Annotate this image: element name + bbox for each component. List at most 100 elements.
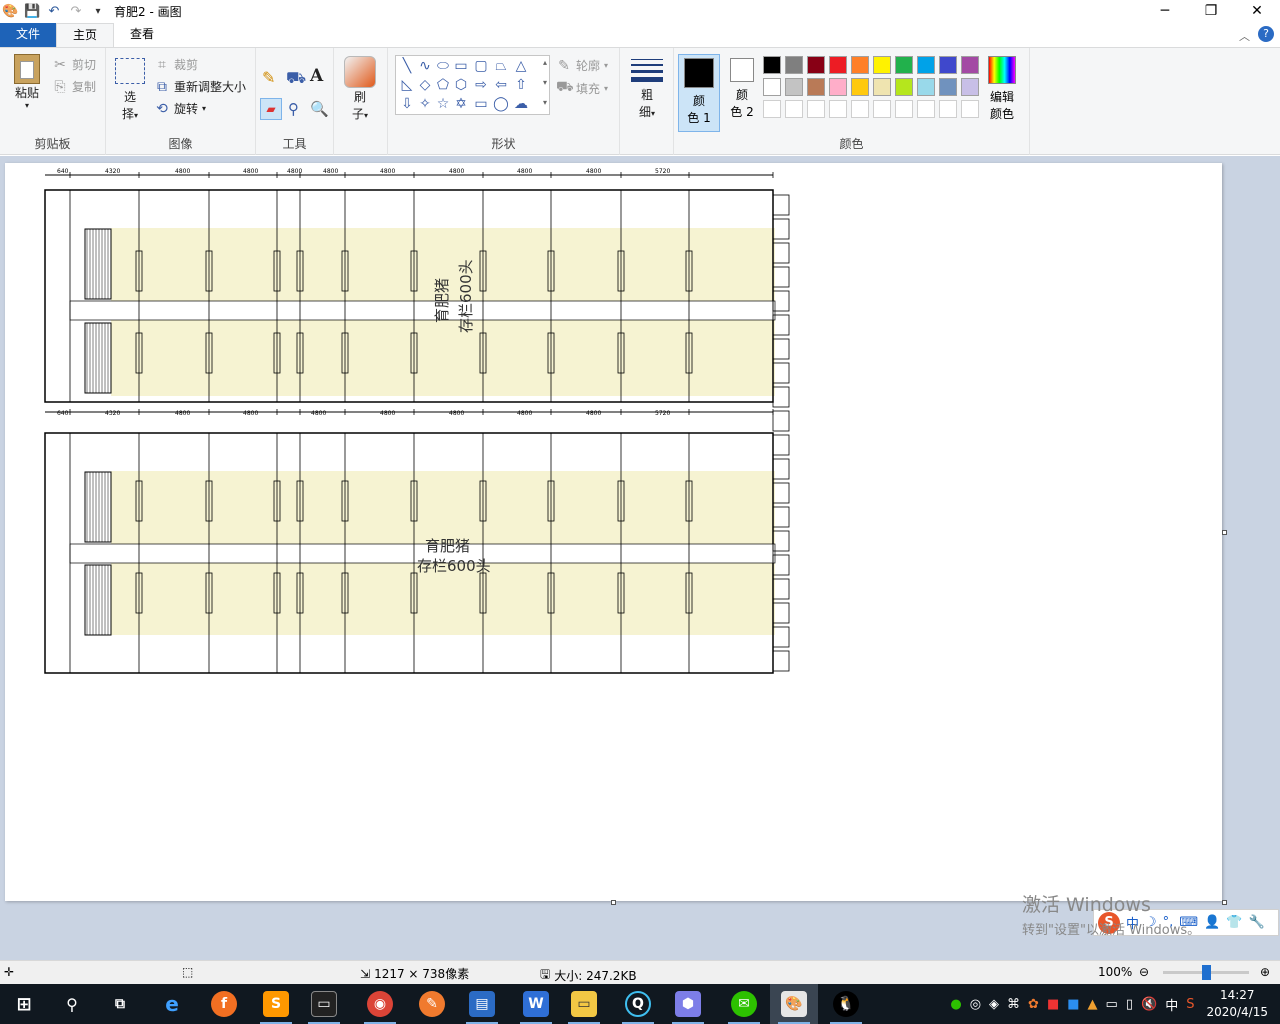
tab-home[interactable]: 主页 [56, 23, 115, 47]
taskbar-app-cube[interactable]: ⬢ [664, 984, 712, 1024]
crop-button[interactable]: ⌗ 裁剪 [154, 56, 198, 73]
eraser-icon[interactable]: ▰ [260, 98, 282, 120]
color-swatch[interactable] [785, 100, 803, 118]
color-swatch[interactable] [763, 56, 781, 74]
resize-handle-corner[interactable] [1222, 900, 1227, 905]
taskbar-explorer[interactable]: ▭ [560, 984, 608, 1024]
tray-wechat-icon[interactable]: ● [950, 997, 961, 1012]
taskbar-sublime[interactable]: S [252, 984, 300, 1024]
tray-search-icon[interactable]: ◎ [970, 997, 981, 1012]
tray-bell-icon[interactable]: ▲ [1088, 997, 1098, 1012]
size-button[interactable]: 粗 细▾ [628, 56, 666, 120]
cut-button[interactable]: ✂ 剪切 [52, 56, 96, 73]
taskbar-pen-app[interactable]: ✎ [408, 984, 456, 1024]
six-point-star-shape-icon[interactable]: ✡ [452, 96, 470, 112]
color-swatch[interactable] [895, 100, 913, 118]
color-swatch[interactable] [939, 78, 957, 96]
color-swatch[interactable] [895, 56, 913, 74]
color-swatch[interactable] [873, 78, 891, 96]
redo-icon[interactable]: ↷ [68, 4, 84, 20]
color-swatch[interactable] [785, 78, 803, 96]
settings-wrench-icon[interactable]: 🔧 [1248, 915, 1264, 930]
resize-button[interactable]: ⧉ 重新调整大小 [154, 78, 246, 95]
search-button[interactable]: ⚲ [48, 984, 96, 1024]
copy-button[interactable]: ⎘ 复制 [52, 78, 96, 95]
color2-button[interactable]: 颜 色 2 [724, 58, 760, 120]
polygon-shape-icon[interactable]: ⏢ [492, 58, 510, 74]
color-swatch[interactable] [851, 78, 869, 96]
oval-callout-shape-icon[interactable]: ◯ [492, 96, 510, 112]
tray-network-app-icon[interactable]: ⌘ [1007, 997, 1020, 1012]
five-point-star-shape-icon[interactable]: ☆ [434, 96, 452, 112]
taskbar-terminal[interactable]: ▭ [300, 984, 348, 1024]
tray-red-app-icon[interactable]: ■ [1047, 997, 1059, 1012]
color-swatch[interactable] [961, 56, 979, 74]
rounded-rectangle-shape-icon[interactable]: ▢ [472, 58, 490, 74]
hexagon-shape-icon[interactable]: ⬡ [452, 77, 470, 93]
taskbar-paint[interactable]: 🎨 [770, 984, 818, 1024]
tray-power-icon[interactable]: ▯ [1126, 997, 1133, 1012]
taskbar-wps[interactable]: W [512, 984, 560, 1024]
zoom-out-button[interactable]: ⊖ [1139, 965, 1149, 979]
taskbar-search-tool[interactable]: Q [614, 984, 662, 1024]
tab-view[interactable]: 查看 [114, 23, 170, 47]
taskbar-chrome[interactable]: ◉ [356, 984, 404, 1024]
start-button[interactable]: ⊞ [0, 984, 48, 1024]
rotate-button[interactable]: ⟲ 旋转 ▾ [154, 100, 206, 117]
diamond-shape-icon[interactable]: ◇ [416, 77, 434, 93]
taskbar-wechat[interactable]: ✉ [720, 984, 768, 1024]
close-button[interactable]: ✕ [1234, 0, 1280, 23]
oval-shape-icon[interactable]: ⬭ [434, 58, 452, 74]
color-swatch[interactable] [829, 78, 847, 96]
color-swatch[interactable] [807, 56, 825, 74]
zoom-in-button[interactable]: ⊕ [1260, 965, 1270, 979]
outline-button[interactable]: ✎ 轮廓 ▾ [556, 57, 608, 74]
color-picker-icon[interactable]: ⚲ [288, 100, 299, 118]
fill-button[interactable]: ⛟ 填充 ▾ [556, 79, 608, 97]
color-swatch[interactable] [785, 56, 803, 74]
gallery-scroll-up-icon[interactable]: ▴ [543, 58, 547, 67]
taskbar-ie[interactable]: e [148, 984, 196, 1024]
color-swatch[interactable] [807, 78, 825, 96]
line-shape-icon[interactable]: ╲ [398, 58, 416, 74]
fill-bucket-icon[interactable]: ⛟ [286, 68, 306, 89]
color-swatch[interactable] [961, 78, 979, 96]
color-swatch[interactable] [829, 56, 847, 74]
rectangle-shape-icon[interactable]: ▭ [452, 58, 470, 74]
gallery-scroll-down-icon[interactable]: ▾ [543, 78, 547, 87]
clock[interactable]: 14:27 2020/4/15 [1206, 987, 1268, 1021]
paste-button[interactable]: 粘贴 ▾ [8, 54, 46, 110]
gallery-expand-icon[interactable]: ▾ [543, 98, 547, 107]
taskbar-qq[interactable]: 🐧 [822, 984, 870, 1024]
color-swatch[interactable] [763, 78, 781, 96]
color-swatch[interactable] [917, 56, 935, 74]
pencil-icon[interactable]: ✎ [262, 68, 275, 87]
curve-shape-icon[interactable]: ∿ [416, 58, 434, 74]
tray-sogou-icon[interactable]: S [1186, 997, 1194, 1012]
minimize-button[interactable]: ─ [1142, 0, 1188, 23]
customize-quick-access-icon[interactable]: ▾ [90, 4, 106, 20]
taskbar-reader[interactable]: ▤ [458, 984, 506, 1024]
color-swatch[interactable] [873, 56, 891, 74]
color-swatch[interactable] [851, 100, 869, 118]
text-icon[interactable]: A [310, 66, 323, 86]
tray-display-icon[interactable]: ▭ [1106, 997, 1118, 1012]
right-arrow-shape-icon[interactable]: ⇨ [472, 77, 490, 93]
color-swatch[interactable] [939, 100, 957, 118]
tray-orange-app-icon[interactable]: ✿ [1028, 997, 1039, 1012]
triangle-shape-icon[interactable]: △ [512, 58, 530, 74]
color-swatch[interactable] [763, 100, 781, 118]
paint-app-icon[interactable]: 🎨 [2, 4, 18, 20]
tray-volume-muted-icon[interactable]: 🔇 [1141, 997, 1157, 1012]
zoom-slider-thumb[interactable] [1202, 965, 1211, 980]
restore-button[interactable]: ❐ [1188, 0, 1234, 23]
edit-colors-button[interactable]: 编辑 颜色 [984, 56, 1020, 122]
task-view-button[interactable]: ⧉ [96, 984, 144, 1024]
color-swatch[interactable] [829, 100, 847, 118]
tab-file[interactable]: 文件 [0, 23, 56, 47]
drawing-canvas[interactable]: 640 4320 4800 4800 4800 4800 4800 4800 4800 4800 5… [5, 163, 1227, 905]
pentagon-shape-icon[interactable]: ⬠ [434, 77, 452, 93]
magnifier-icon[interactable]: 🔍 [310, 100, 329, 118]
color-swatch[interactable] [961, 100, 979, 118]
up-arrow-shape-icon[interactable]: ⇧ [512, 77, 530, 93]
